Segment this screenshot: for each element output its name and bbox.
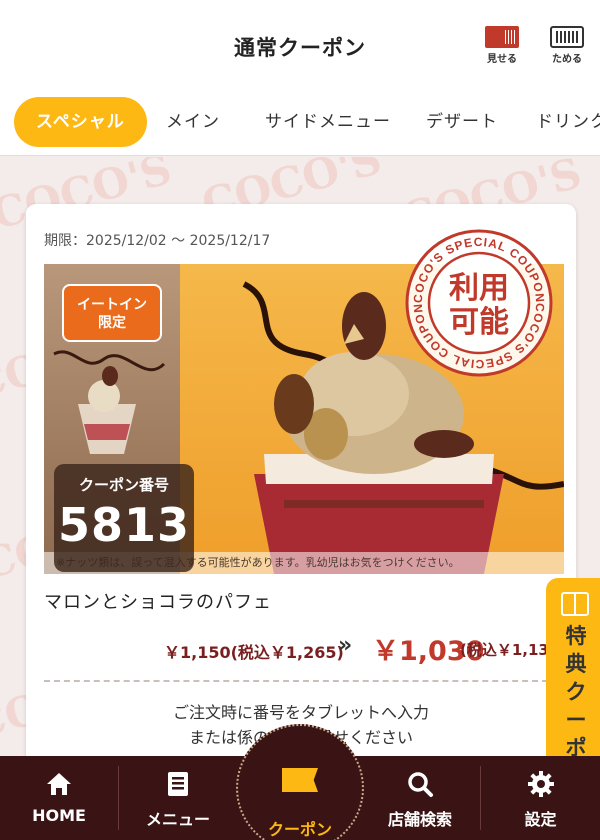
product-name: マロンとショコラのパフェ	[44, 592, 272, 613]
coupon-number: 5813	[57, 498, 191, 552]
save-points-button[interactable]: ためる	[547, 26, 587, 66]
price-row: ￥1,150(税込￥1,265) » ￥1,030 (税込￥1,133)	[26, 629, 576, 669]
tab-side-menu[interactable]: サイドメニュー	[265, 97, 391, 147]
nav-menu[interactable]: メニュー	[119, 756, 237, 840]
coupon-number-box: クーポン番号 5813	[54, 464, 194, 572]
nav-coupon[interactable]: クーポン	[240, 756, 360, 840]
show-card-button[interactable]: 見せる	[482, 26, 522, 66]
tab-main[interactable]: メイン	[166, 97, 220, 147]
nav-store-search[interactable]: 店舗検索	[360, 756, 480, 840]
original-price: ￥1,150(税込￥1,265)	[164, 643, 344, 662]
menu-list-icon	[168, 772, 188, 796]
coupon-flag-icon	[282, 768, 318, 792]
special-coupon-side-tab[interactable]: 特典クーポン	[546, 578, 600, 788]
coupon-period: 期限：2025/12/02 〜 2025/12/17	[44, 233, 271, 249]
show-card-label: 見せる	[487, 54, 517, 65]
divider	[44, 680, 558, 682]
eat-in-only-badge: イートイン 限定	[62, 284, 162, 342]
category-tabs: スペシャル メイン サイドメニュー デザート ドリンク	[0, 90, 600, 156]
gift-icon	[561, 592, 589, 616]
app-header: 通常クーポン 見せる ためる	[0, 0, 600, 90]
double-arrow-icon: »	[338, 633, 353, 658]
home-icon	[47, 773, 71, 795]
tab-dessert[interactable]: デザート	[426, 97, 498, 147]
nav-settings[interactable]: 設定	[481, 756, 600, 840]
nav-coupon-label: クーポン	[267, 820, 332, 839]
tab-special[interactable]: スペシャル	[14, 97, 147, 147]
barcode-icon	[550, 26, 584, 48]
save-points-label: ためる	[552, 54, 582, 65]
stamp-line2: 可能	[449, 305, 509, 340]
tab-drink[interactable]: ドリンク	[536, 97, 600, 147]
nav-home[interactable]: HOME	[0, 756, 118, 840]
gear-icon	[527, 771, 554, 797]
card-icon	[485, 26, 519, 48]
coupon-number-label: クーポン番号	[78, 476, 169, 494]
coupon-card[interactable]: 期限：2025/12/02 〜 2025/12/17 ※ナッツ類は、誤って混入す…	[26, 204, 576, 764]
stamp-line1: 利用	[449, 271, 509, 306]
available-stamp: COCO'S SPECIAL COUPON COCO'S SPECIAL COU…	[405, 229, 553, 377]
search-icon	[408, 772, 433, 797]
